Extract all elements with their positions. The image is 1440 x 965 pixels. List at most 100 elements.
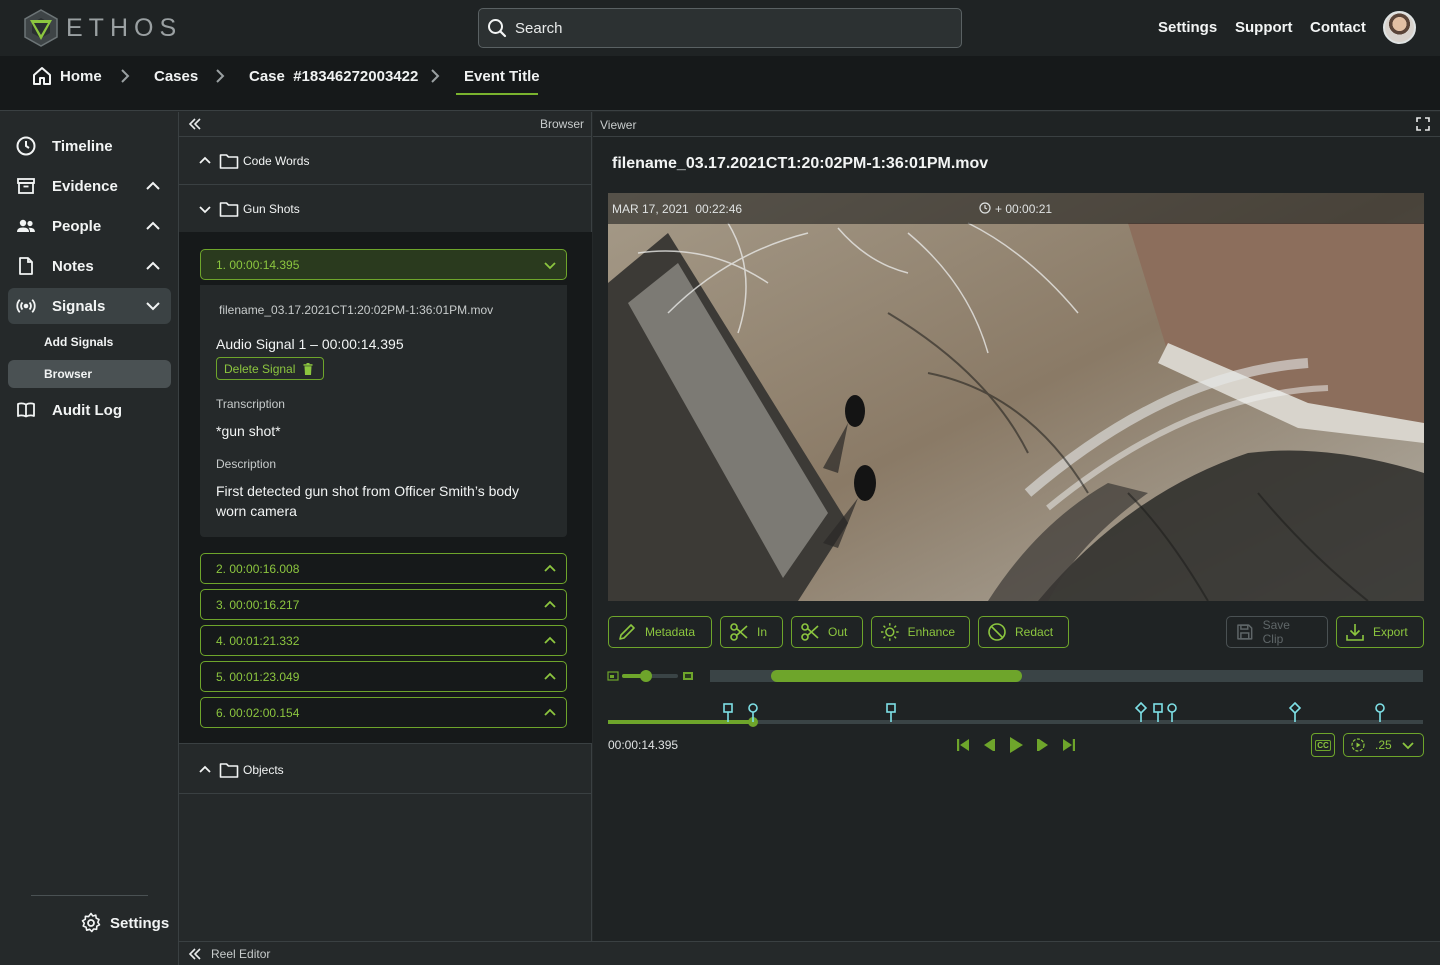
redact-button[interactable]: Redact bbox=[978, 616, 1069, 648]
user-avatar[interactable] bbox=[1383, 11, 1416, 44]
sidebar-subitem-browser[interactable]: Browser bbox=[8, 360, 171, 388]
scissors-icon bbox=[730, 623, 748, 641]
export-button[interactable]: Export bbox=[1336, 616, 1424, 648]
block-icon bbox=[988, 623, 1006, 641]
enhance-button[interactable]: Enhance bbox=[871, 616, 970, 648]
delete-signal-button[interactable]: Delete Signal bbox=[216, 357, 325, 380]
current-time-readout: 00:00:14.395 bbox=[608, 738, 679, 752]
fullscreen-icon[interactable] bbox=[1416, 117, 1430, 131]
reel-editor-label: Reel Editor bbox=[211, 946, 271, 961]
signal-row-label: 6. 00:02:00.154 bbox=[216, 705, 300, 720]
chevron-up-icon[interactable] bbox=[145, 178, 161, 194]
collapse-double-chevron-icon[interactable] bbox=[188, 947, 202, 961]
active-crumb-underline bbox=[456, 93, 538, 95]
signal-row[interactable]: 5. 00:01:23.049 bbox=[200, 661, 567, 692]
signal-row[interactable]: 2. 00:00:16.008 bbox=[200, 553, 567, 584]
chevron-up-icon[interactable] bbox=[145, 218, 161, 234]
pencil-icon bbox=[619, 624, 635, 640]
video-player[interactable]: MAR 17, 2021 00:22:46 + 00:00:21 bbox=[608, 193, 1424, 601]
skip-to-end-icon[interactable] bbox=[1062, 738, 1076, 752]
folder-icon bbox=[219, 201, 239, 217]
skip-to-start-icon[interactable] bbox=[956, 738, 970, 752]
signal-row[interactable]: 3. 00:00:16.217 bbox=[200, 589, 567, 620]
browser-panel: Browser Code Words Gun Shots 1. 00:00:14… bbox=[179, 112, 592, 941]
breadcrumb-home[interactable]: Home bbox=[60, 68, 102, 85]
breadcrumb-event-title[interactable]: Event Title bbox=[464, 68, 540, 85]
chevron-up-icon bbox=[199, 156, 211, 164]
breadcrumb-cases[interactable]: Cases bbox=[154, 68, 198, 85]
contact-link[interactable]: Contact bbox=[1310, 19, 1366, 36]
sidebar-item-timeline[interactable]: Timeline bbox=[8, 128, 171, 164]
settings-link[interactable]: Settings bbox=[1158, 19, 1217, 36]
breadcrumb: Home Cases Case #18346272003422 Event Ti… bbox=[0, 56, 1440, 111]
sidebar-item-signals[interactable]: Signals bbox=[8, 288, 171, 324]
transcription-value: *gun shot* bbox=[216, 423, 281, 439]
transcription-label: Transcription bbox=[216, 397, 285, 411]
in-marker-icon[interactable] bbox=[721, 702, 735, 722]
closed-captions-button[interactable]: CC bbox=[1311, 733, 1335, 757]
chevron-up-icon bbox=[544, 564, 556, 572]
out-label: Out bbox=[828, 625, 848, 639]
note-marker-icon[interactable] bbox=[1134, 702, 1148, 722]
play-icon[interactable] bbox=[1008, 736, 1024, 754]
reel-editor-bar[interactable]: Reel Editor bbox=[179, 941, 1440, 965]
save-clip-label: Save Clip bbox=[1262, 618, 1290, 646]
zoom-out-icon[interactable] bbox=[607, 670, 619, 682]
zoom-slider-thumb[interactable] bbox=[640, 670, 652, 682]
sidebar-item-audit-log[interactable]: Audit Log bbox=[8, 392, 171, 428]
signal-row[interactable]: 1. 00:00:14.395 bbox=[200, 249, 567, 280]
note-marker-icon[interactable] bbox=[1288, 702, 1302, 722]
sun-brightness-icon bbox=[880, 623, 899, 641]
folder-gun-shots[interactable]: Gun Shots bbox=[179, 185, 592, 233]
metadata-button[interactable]: Metadata bbox=[608, 616, 712, 648]
signal-row-label: 1. 00:00:14.395 bbox=[216, 257, 300, 272]
zoom-in-icon[interactable] bbox=[682, 670, 694, 682]
folder-objects[interactable]: Objects bbox=[179, 746, 592, 794]
in-marker-icon[interactable] bbox=[1151, 702, 1165, 722]
signal-marker-icon[interactable] bbox=[1373, 702, 1387, 722]
signal-row-label: 4. 00:01:21.332 bbox=[216, 633, 300, 648]
chevron-up-icon bbox=[199, 765, 211, 773]
sidebar-item-evidence[interactable]: Evidence bbox=[8, 168, 171, 204]
redact-label: Redact bbox=[1015, 625, 1054, 639]
sidebar-item-people[interactable]: People bbox=[8, 208, 171, 244]
sidebar-subitem-add-signals[interactable]: Add Signals bbox=[8, 328, 171, 356]
step-forward-icon[interactable] bbox=[1036, 738, 1050, 752]
chevron-right-icon bbox=[121, 69, 130, 83]
sidebar-item-notes[interactable]: Notes bbox=[8, 248, 171, 284]
people-icon bbox=[17, 219, 35, 232]
playback-speed-value: .25 bbox=[1375, 738, 1392, 752]
video-frame-image bbox=[608, 193, 1424, 601]
step-back-icon[interactable] bbox=[982, 738, 996, 752]
playback-speed-select[interactable]: .25 bbox=[1343, 733, 1424, 757]
sidebar-item-label: People bbox=[52, 217, 102, 235]
folder-label: Objects bbox=[243, 762, 284, 777]
search-input[interactable] bbox=[515, 19, 935, 37]
timeline-overview-window[interactable] bbox=[771, 670, 1022, 682]
home-icon[interactable] bbox=[32, 66, 52, 86]
clock-icon bbox=[16, 136, 36, 156]
enhance-label: Enhance bbox=[907, 625, 955, 639]
collapse-double-chevron-icon[interactable] bbox=[188, 117, 202, 131]
support-link[interactable]: Support bbox=[1235, 19, 1293, 36]
breadcrumb-case[interactable]: Case #18346272003422 bbox=[249, 68, 418, 85]
folder-code-words[interactable]: Code Words bbox=[179, 137, 592, 185]
out-button[interactable]: Out bbox=[791, 616, 863, 648]
signal-row[interactable]: 6. 00:02:00.154 bbox=[200, 697, 567, 728]
signal-marker-icon[interactable] bbox=[1165, 702, 1179, 722]
save-clip-button[interactable]: Save Clip bbox=[1226, 616, 1328, 648]
signal-row[interactable]: 4. 00:01:21.332 bbox=[200, 625, 567, 656]
in-marker-icon[interactable] bbox=[884, 702, 898, 722]
sidebar-settings[interactable]: Settings bbox=[80, 912, 169, 934]
speed-dial-icon bbox=[1351, 738, 1365, 752]
search-box[interactable] bbox=[478, 8, 962, 48]
description-label: Description bbox=[216, 457, 277, 471]
chevron-down-icon[interactable] bbox=[145, 298, 161, 314]
browser-header: Browser bbox=[179, 112, 592, 137]
signal-marker-icon[interactable] bbox=[746, 702, 760, 722]
download-icon bbox=[1346, 624, 1364, 641]
chevron-up-icon[interactable] bbox=[145, 258, 161, 274]
chevron-down-icon bbox=[1402, 742, 1414, 750]
in-button[interactable]: In bbox=[720, 616, 783, 648]
ethos-logo[interactable]: ETHOS bbox=[22, 8, 182, 48]
